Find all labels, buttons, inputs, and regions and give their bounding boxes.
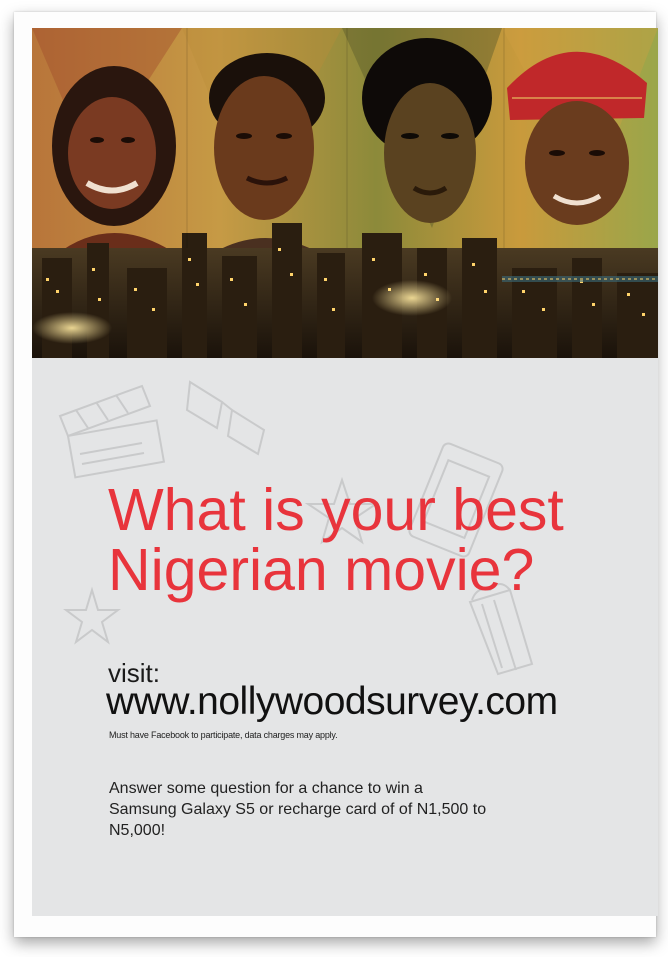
- clapperboard-icon: [58, 384, 166, 479]
- actors-cityscape-photo: [32, 28, 658, 358]
- prize-description: Answer some question for a chance to win…: [109, 780, 487, 839]
- headline: What is your best Nigerian movie?: [108, 477, 564, 603]
- survey-url-link[interactable]: www.nollywoodsurvey.com: [106, 680, 558, 724]
- survey-panel: What is your best Nigerian movie? visit:…: [32, 358, 658, 916]
- 3d-glasses-icon: [185, 380, 266, 456]
- disclaimer: Must have Facebook to participate, data …: [109, 730, 338, 740]
